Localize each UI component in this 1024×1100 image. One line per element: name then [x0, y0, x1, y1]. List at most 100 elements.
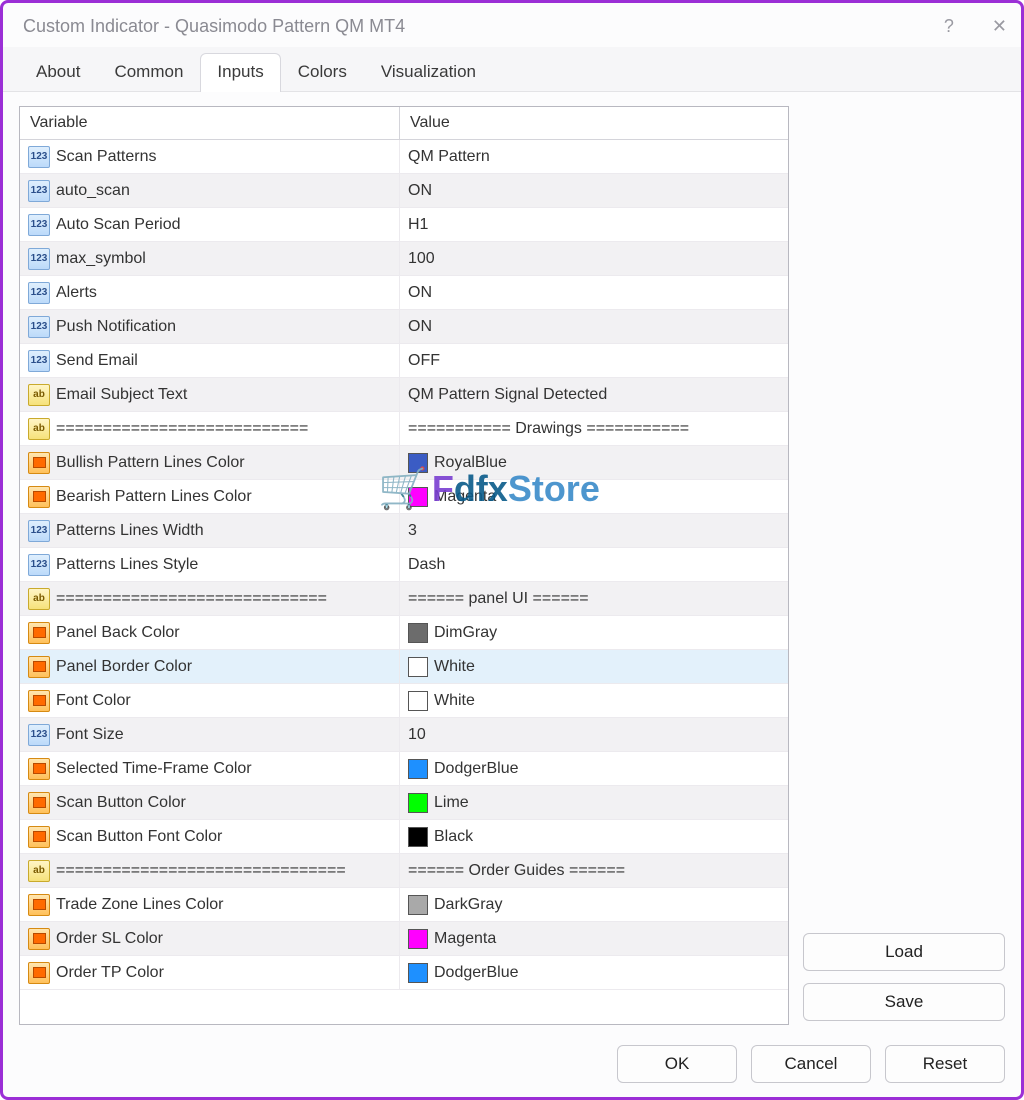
cell-value[interactable]: White — [400, 691, 788, 711]
cell-variable: ab=============================== — [20, 854, 400, 887]
value-text: DimGray — [434, 624, 497, 642]
variable-name: Push Notification — [56, 318, 176, 336]
cell-variable: Order SL Color — [20, 922, 400, 955]
color-swatch — [408, 793, 428, 813]
table-row[interactable]: ab======================================… — [20, 412, 788, 446]
table-row[interactable]: 123Patterns Lines StyleDash — [20, 548, 788, 582]
table-row[interactable]: Selected Time-Frame Color DodgerBlue — [20, 752, 788, 786]
table-row[interactable]: 123 auto_scan ON — [20, 174, 788, 208]
table-row[interactable]: 123Send EmailOFF — [20, 344, 788, 378]
number-icon: 123 — [28, 520, 50, 542]
cell-value[interactable]: Lime — [400, 793, 788, 813]
cell-variable: Panel Border Color — [20, 650, 400, 683]
table-row[interactable]: Font ColorWhite — [20, 684, 788, 718]
table-row[interactable]: ab=================================== pa… — [20, 582, 788, 616]
cell-value[interactable]: ON — [400, 182, 788, 200]
cell-value[interactable]: H1 — [400, 216, 788, 234]
titlebar: Custom Indicator - Quasimodo Pattern QM … — [3, 3, 1021, 47]
color-swatch — [408, 963, 428, 983]
cancel-button[interactable]: Cancel — [751, 1045, 871, 1083]
cell-value[interactable]: Magenta — [400, 929, 788, 949]
table-row[interactable]: 123Font Size10 — [20, 718, 788, 752]
cell-value[interactable]: ON — [400, 318, 788, 336]
cell-variable: 123Alerts — [20, 276, 400, 309]
text-icon: ab — [28, 588, 50, 610]
table-row[interactable]: 123Auto Scan PeriodH1 — [20, 208, 788, 242]
ok-button[interactable]: OK — [617, 1045, 737, 1083]
cell-value[interactable]: QM Pattern Signal Detected — [400, 386, 788, 404]
cell-value[interactable]: OFF — [400, 352, 788, 370]
table-row[interactable]: Bullish Pattern Lines ColorRoyalBlue — [20, 446, 788, 480]
variable-name: Selected Time-Frame Color — [56, 760, 252, 778]
tab-visualization[interactable]: Visualization — [364, 53, 493, 92]
cell-value[interactable]: ON — [400, 284, 788, 302]
cell-variable: 123Patterns Lines Width — [20, 514, 400, 547]
content-area: Variable Value 123Scan PatternsQM Patter… — [3, 92, 1021, 1035]
table-row[interactable]: 123Alerts ON — [20, 276, 788, 310]
cell-value[interactable]: QM Pattern — [400, 148, 788, 166]
cell-value[interactable]: 10 — [400, 726, 788, 744]
tab-inputs[interactable]: Inputs — [200, 53, 280, 92]
table-row[interactable]: Scan Button ColorLime — [20, 786, 788, 820]
tab-colors[interactable]: Colors — [281, 53, 364, 92]
text-icon: ab — [28, 418, 50, 440]
help-icon[interactable]: ? — [944, 16, 954, 37]
table-row[interactable]: abEmail Subject TextQM Pattern Signal De… — [20, 378, 788, 412]
cell-value[interactable]: 3 — [400, 522, 788, 540]
value-text: RoyalBlue — [434, 454, 507, 472]
table-row[interactable]: Bearish Pattern Lines Color Magenta — [20, 480, 788, 514]
header-value[interactable]: Value — [400, 107, 788, 139]
table-row[interactable]: ab===================================== … — [20, 854, 788, 888]
load-button[interactable]: Load — [803, 933, 1005, 971]
cell-value[interactable]: ====== panel UI ====== — [400, 590, 788, 608]
color-icon — [28, 894, 50, 916]
cell-value[interactable]: Magenta — [400, 487, 788, 507]
variable-name: Auto Scan Period — [56, 216, 181, 234]
table-row[interactable]: Panel Border ColorWhite — [20, 650, 788, 684]
color-icon — [28, 928, 50, 950]
variable-name: auto_scan — [56, 182, 130, 200]
table-row[interactable]: 123Patterns Lines Width3 — [20, 514, 788, 548]
table-row[interactable]: Order TP ColorDodgerBlue — [20, 956, 788, 990]
save-button[interactable]: Save — [803, 983, 1005, 1021]
cell-value[interactable]: Black — [400, 827, 788, 847]
value-text: ON — [408, 284, 432, 302]
cell-value[interactable]: DarkGray — [400, 895, 788, 915]
cell-value[interactable]: 100 — [400, 250, 788, 268]
cell-value[interactable]: DodgerBlue — [400, 963, 788, 983]
cell-value[interactable]: Dash — [400, 556, 788, 574]
value-text: ====== panel UI ====== — [408, 590, 589, 608]
color-icon — [28, 622, 50, 644]
cell-value[interactable]: =========== Drawings =========== — [400, 420, 788, 438]
variable-name: Bearish Pattern Lines Color — [56, 488, 252, 506]
header-variable[interactable]: Variable — [20, 107, 400, 139]
table-row[interactable]: 123Scan PatternsQM Pattern — [20, 140, 788, 174]
table-row[interactable]: Panel Back ColorDimGray — [20, 616, 788, 650]
close-icon[interactable]: ✕ — [992, 16, 1007, 37]
tab-about[interactable]: About — [19, 53, 97, 92]
cell-variable: 123Send Email — [20, 344, 400, 377]
window-controls: ? ✕ — [944, 16, 1007, 37]
number-icon: 123 — [28, 180, 50, 202]
table-row[interactable]: Trade Zone Lines ColorDarkGray — [20, 888, 788, 922]
cell-value[interactable]: ====== Order Guides ====== — [400, 862, 788, 880]
number-icon: 123 — [28, 316, 50, 338]
table-row[interactable]: 123max_symbol100 — [20, 242, 788, 276]
value-text: =========== Drawings =========== — [408, 420, 689, 438]
table-row[interactable]: Order SL ColorMagenta — [20, 922, 788, 956]
cell-value[interactable]: DodgerBlue — [400, 759, 788, 779]
reset-button[interactable]: Reset — [885, 1045, 1005, 1083]
table-header: Variable Value — [20, 107, 788, 140]
tab-common[interactable]: Common — [97, 53, 200, 92]
side-buttons: Load Save — [803, 106, 1005, 1025]
value-text: DodgerBlue — [434, 760, 519, 778]
cell-value[interactable]: RoyalBlue — [400, 453, 788, 473]
table-row[interactable]: Scan Button Font ColorBlack — [20, 820, 788, 854]
color-icon — [28, 452, 50, 474]
cell-variable: 123max_symbol — [20, 242, 400, 275]
cell-value[interactable]: DimGray — [400, 623, 788, 643]
table-row[interactable]: 123 Push Notification ON — [20, 310, 788, 344]
value-text: 10 — [408, 726, 426, 744]
value-text: ON — [408, 182, 432, 200]
cell-value[interactable]: White — [400, 657, 788, 677]
